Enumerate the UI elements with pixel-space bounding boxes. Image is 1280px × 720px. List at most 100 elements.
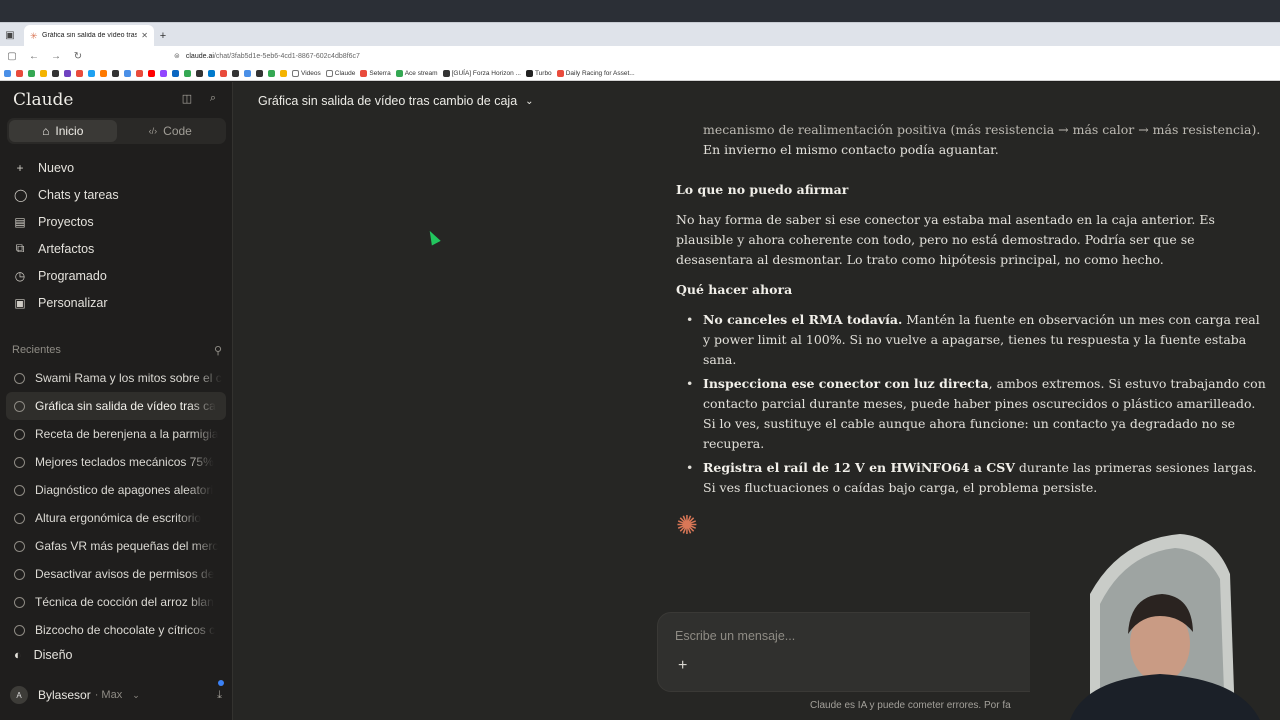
sidebar-item-diseno[interactable]: ◐ Diseño <box>14 648 72 662</box>
new-tab-icon[interactable]: + <box>154 26 172 46</box>
bookmark-favicon-icon[interactable] <box>4 69 11 77</box>
site-info-icon[interactable]: ⊜ <box>174 52 180 60</box>
mode-inicio[interactable]: ⌂ Inicio <box>9 120 117 142</box>
reload-icon[interactable]: ↻ <box>72 51 84 62</box>
sidebar-item-nuevo[interactable]: + Nuevo <box>8 154 226 181</box>
recent-title: Bizcocho de chocolate y cítricos c <box>35 623 216 637</box>
bookmark-favicon-icon[interactable] <box>64 69 71 77</box>
bookmark-turbo[interactable]: Turbo <box>525 69 552 77</box>
mode-code[interactable]: ‹/› Code <box>117 120 225 142</box>
bookmark-seterra[interactable]: Seterra <box>360 69 391 77</box>
bookmark-daily-racing[interactable]: Daily Racing for Asset... <box>556 69 635 77</box>
folder-icon: ▤ <box>14 214 26 229</box>
bookmark-favicon-icon[interactable] <box>16 69 23 77</box>
bookmark-favicon-icon[interactable] <box>196 69 203 77</box>
bookmark-favicon-icon[interactable] <box>148 69 155 77</box>
list-item[interactable]: Mejores teclados mecánicos 75% <box>6 448 226 476</box>
bookmark-favicon-icon <box>395 69 403 77</box>
disclaimer: Claude es IA y puede cometer errores. Po… <box>810 700 1011 711</box>
bookmark-favicon-icon[interactable] <box>52 69 59 77</box>
bookmark-favicon-icon[interactable] <box>208 69 215 77</box>
back-icon[interactable]: ← <box>28 51 40 62</box>
list-item[interactable]: Altura ergonómica de escritorio <box>6 504 226 532</box>
briefcase-icon: ▣ <box>14 295 26 310</box>
avatar: A <box>10 686 28 704</box>
chat-bubble-icon <box>14 400 25 412</box>
bookmark-favicon-icon[interactable] <box>40 69 47 77</box>
list-item[interactable]: Gráfica sin salida de vídeo tras ca <box>6 392 226 420</box>
bookmark-favicon-icon[interactable] <box>232 69 239 77</box>
forward-icon[interactable]: → <box>50 51 62 62</box>
brand-logo[interactable]: Claude <box>13 90 73 110</box>
bookmark-videos[interactable]: Videos <box>292 69 321 77</box>
search-icon[interactable]: ⌕ <box>206 92 220 106</box>
browser-tab-title: Gráfica sin salida de vídeo tras c <box>42 32 138 39</box>
chat-bubble-icon <box>14 596 25 608</box>
bookmark-favicon-icon[interactable] <box>76 69 83 77</box>
browser-tab[interactable]: ✳ Gráfica sin salida de vídeo tras c ✕ <box>24 25 154 46</box>
bookmark-favicon-icon[interactable] <box>244 69 251 77</box>
bookmark-favicon-icon[interactable] <box>256 69 263 77</box>
sidebar-item-chats[interactable]: ◯ Chats y tareas <box>8 181 226 208</box>
window-top-strip <box>0 0 1280 22</box>
toggle-sidebar-icon[interactable]: ◫ <box>180 92 194 106</box>
chevron-down-icon: ⌄ <box>132 689 140 700</box>
recent-title: Swami Rama y los mitos sobre el c <box>35 371 222 385</box>
download-icon[interactable]: ⤓ <box>217 679 224 702</box>
bookmark-label: [GUÍA] Forza Horizon ... <box>451 69 521 77</box>
sidebar-item-artefactos[interactable]: ⧉ Artefactos <box>8 235 226 262</box>
list-item[interactable]: Técnica de cocción del arroz blan <box>6 588 226 616</box>
bookmark-favicon-icon[interactable] <box>136 69 143 77</box>
bookmark-favicon-icon[interactable] <box>280 69 287 77</box>
bookmark-favicon-icon[interactable] <box>88 69 95 77</box>
palette-icon: ◐ <box>14 648 22 662</box>
bullet-bold: No canceles el RMA todavía. <box>703 312 903 327</box>
sidebar-item-personalizar[interactable]: ▣ Personalizar <box>8 289 226 316</box>
recent-title: Mejores teclados mecánicos 75% <box>35 455 214 469</box>
tab-actions-icon[interactable]: ▣ <box>0 24 20 46</box>
chat-bubble-icon <box>14 456 25 468</box>
section-heading: Qué hacer ahora <box>676 282 793 297</box>
url-host: claude.ai <box>185 52 214 60</box>
recent-title: Técnica de cocción del arroz blan <box>35 595 214 609</box>
claude-app: Claude ◫ ⌕ ⌂ Inicio ‹/› Code + Nuevo ◯ Cha… <box>0 82 1280 720</box>
bookmark-favicon-icon[interactable] <box>100 69 107 77</box>
close-tab-icon[interactable]: ✕ <box>141 31 148 40</box>
bookmark-favicon-icon[interactable] <box>172 69 179 77</box>
sidebar-item-proyectos[interactable]: ▤ Proyectos <box>8 208 226 235</box>
bookmark-ace-stream[interactable]: Ace stream <box>395 69 438 77</box>
list-item[interactable]: Diagnóstico de apagones aleatori <box>6 476 226 504</box>
bookmark-favicon-icon <box>556 69 564 77</box>
message-text: mecanismo de realimentación positiva (má… <box>703 122 1261 137</box>
filter-icon[interactable]: ⚲ <box>214 344 222 357</box>
sidebar-item-programado[interactable]: ◷ Programado <box>8 262 226 289</box>
bookmark-forza[interactable]: [GUÍA] Forza Horizon ... <box>442 69 521 77</box>
bookmark-favicon-icon[interactable] <box>160 69 167 77</box>
list-item[interactable]: Receta de berenjena a la parmigia <box>6 420 226 448</box>
chat-title-button[interactable]: Gráfica sin salida de vídeo tras cambio … <box>258 94 534 108</box>
bookmark-claude[interactable]: Claude <box>325 69 355 77</box>
claude-favicon-icon: ✳ <box>30 30 38 41</box>
list-item[interactable]: Swami Rama y los mitos sobre el c <box>6 364 226 392</box>
chat-bubble-icon <box>14 512 25 524</box>
bookmark-favicon-icon[interactable] <box>268 69 275 77</box>
list-item[interactable]: Bizcocho de chocolate y cítricos c <box>6 616 226 644</box>
bookmark-favicon-icon[interactable] <box>220 69 227 77</box>
bookmark-label: Ace stream <box>404 69 438 77</box>
clock-icon: ◷ <box>14 268 26 283</box>
bookmark-favicon-icon[interactable] <box>28 69 35 77</box>
bookmark-favicon-icon[interactable] <box>112 69 119 77</box>
url-field[interactable]: ⊜ claude.ai/chat/3fab5d1e-5eb6-4cd1-8867… <box>174 52 360 61</box>
window-menu-icon[interactable]: ▢ <box>6 51 18 62</box>
add-attachment-icon[interactable]: + <box>678 657 687 675</box>
list-item[interactable]: Gafas VR más pequeñas del merc <box>6 532 226 560</box>
recent-title: Altura ergonómica de escritorio <box>35 511 202 525</box>
bookmark-favicon-icon[interactable] <box>124 69 131 77</box>
user-menu[interactable]: A Bylasesor · Max ⌄ ⤓ <box>10 679 224 704</box>
list-item[interactable]: Desactivar avisos de permisos de <box>6 560 226 588</box>
recents-header: Recientes ⚲ <box>12 344 222 357</box>
mode-label: Code <box>163 124 192 138</box>
recents-label: Recientes <box>12 344 61 356</box>
sidebar-item-label: Nuevo <box>38 160 75 175</box>
bookmark-favicon-icon[interactable] <box>184 69 191 77</box>
